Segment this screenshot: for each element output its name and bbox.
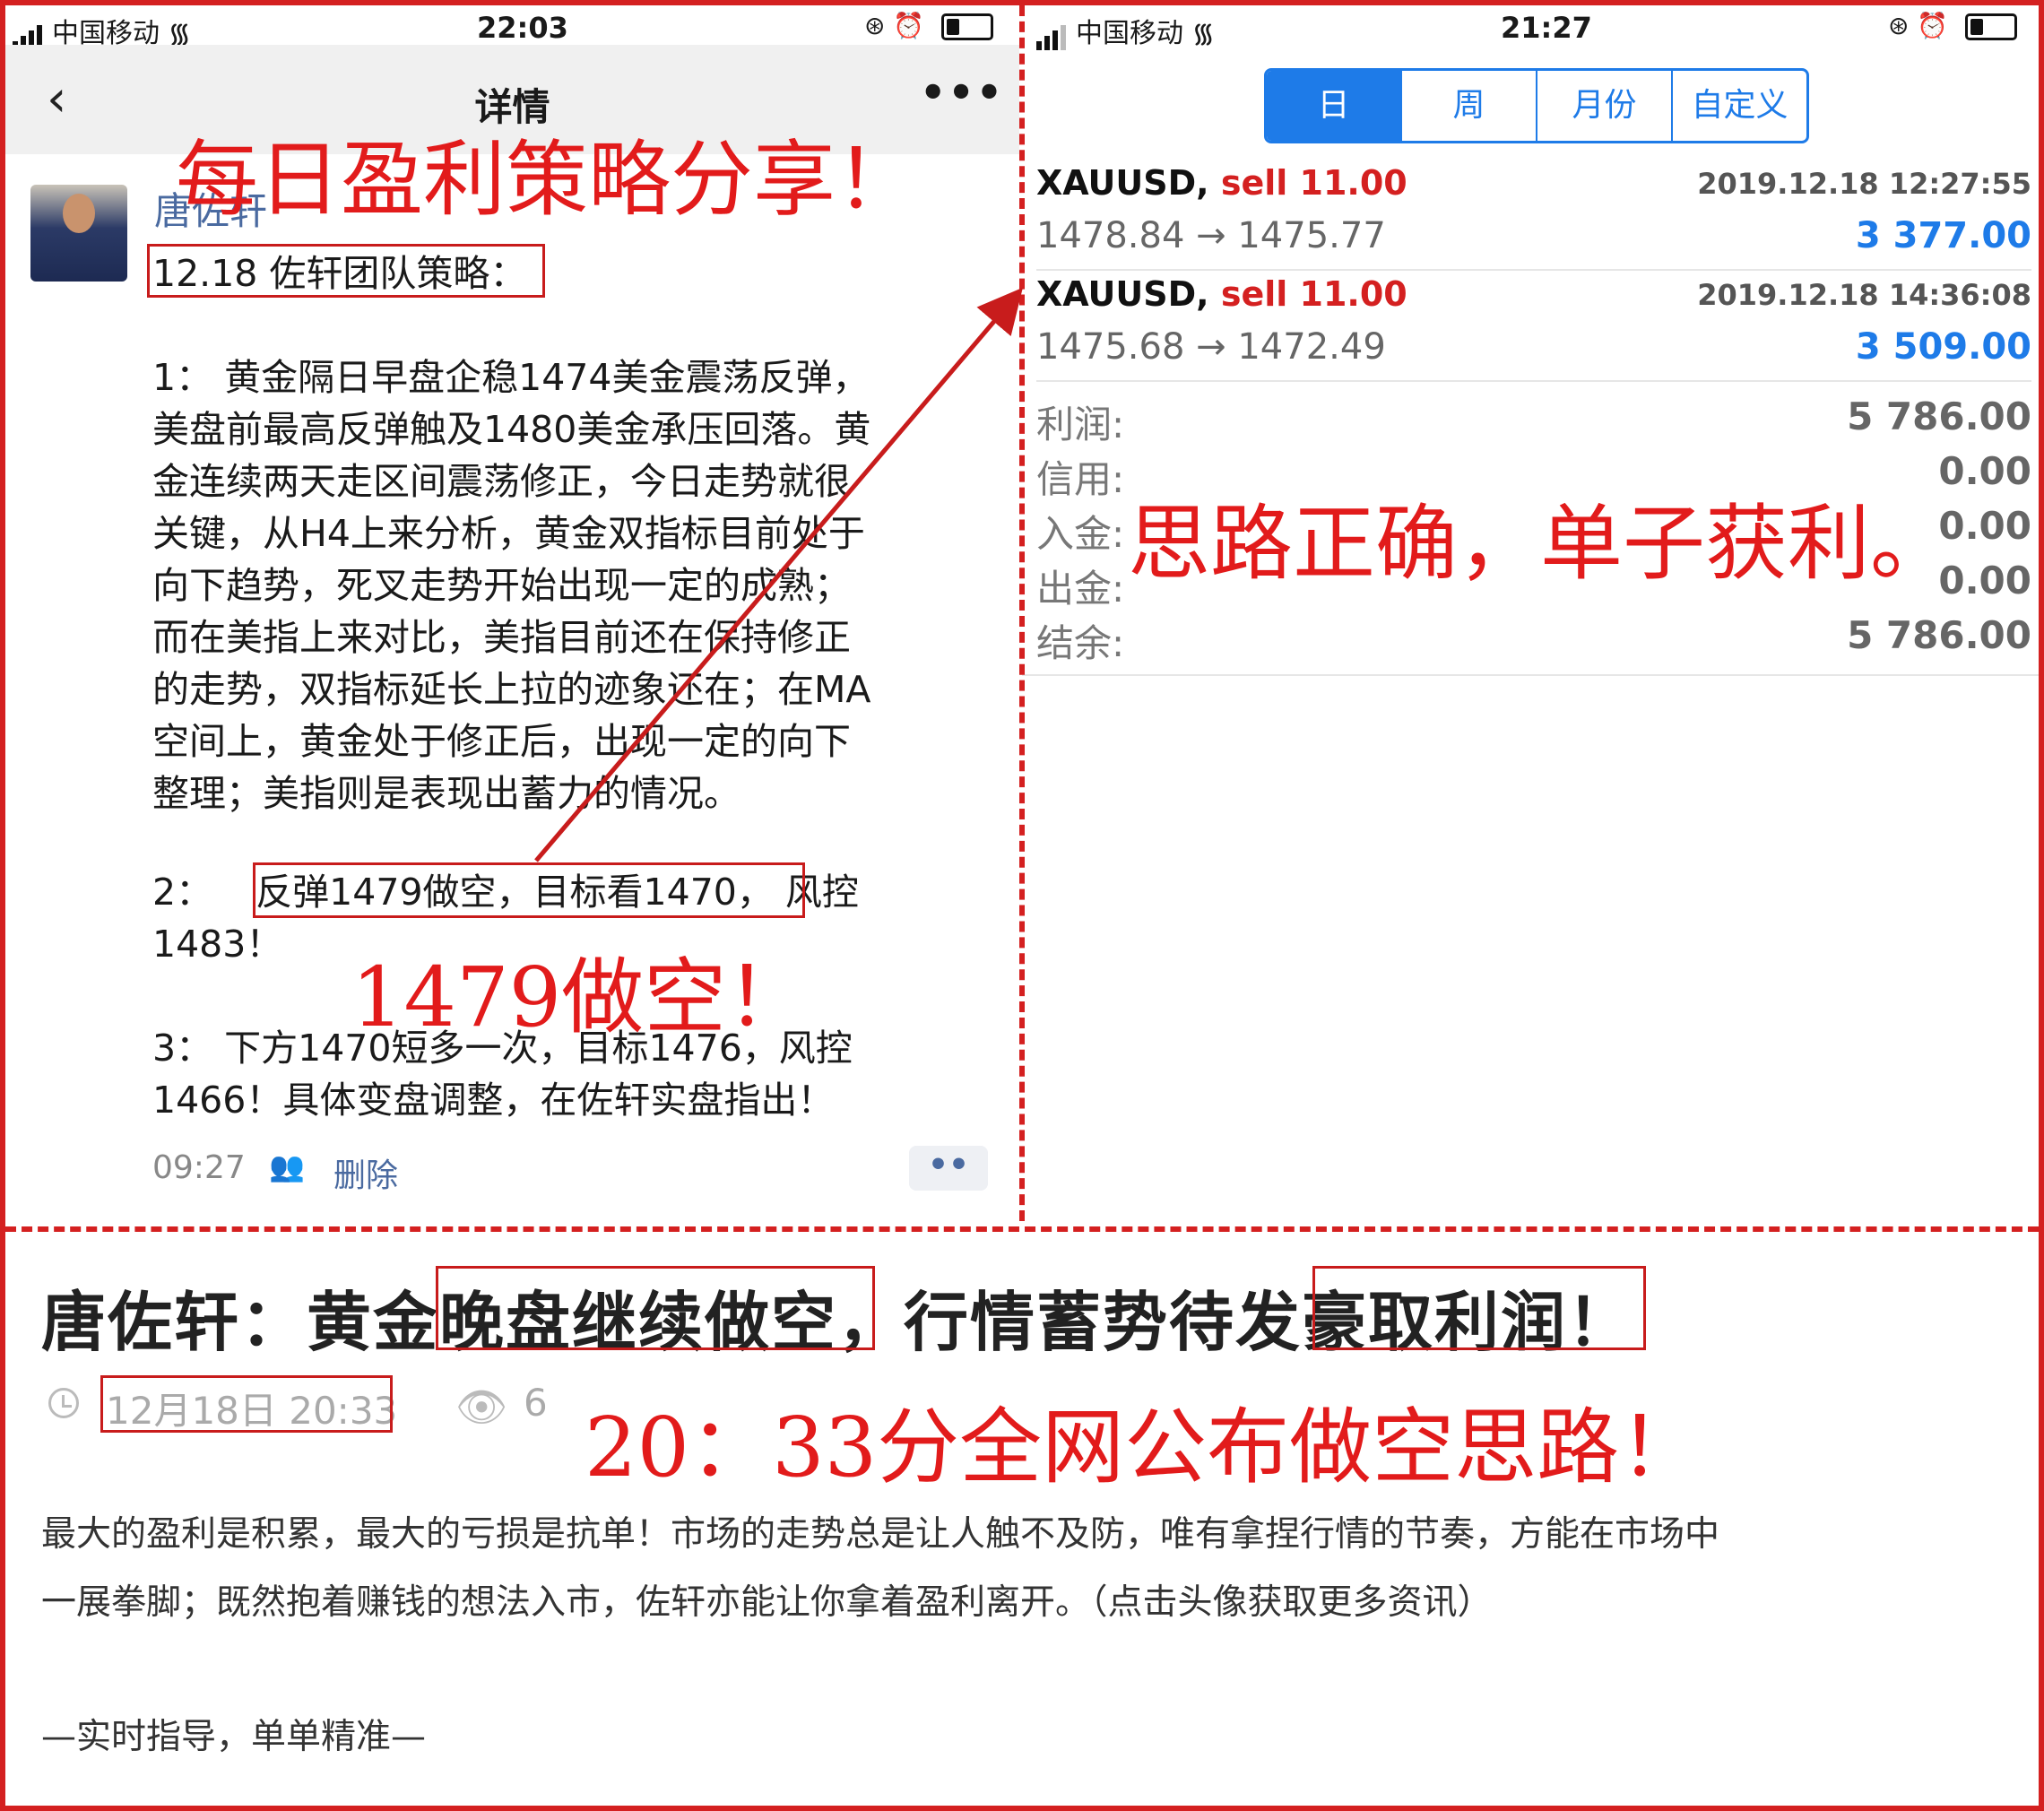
image-frame [0, 0, 2044, 1811]
